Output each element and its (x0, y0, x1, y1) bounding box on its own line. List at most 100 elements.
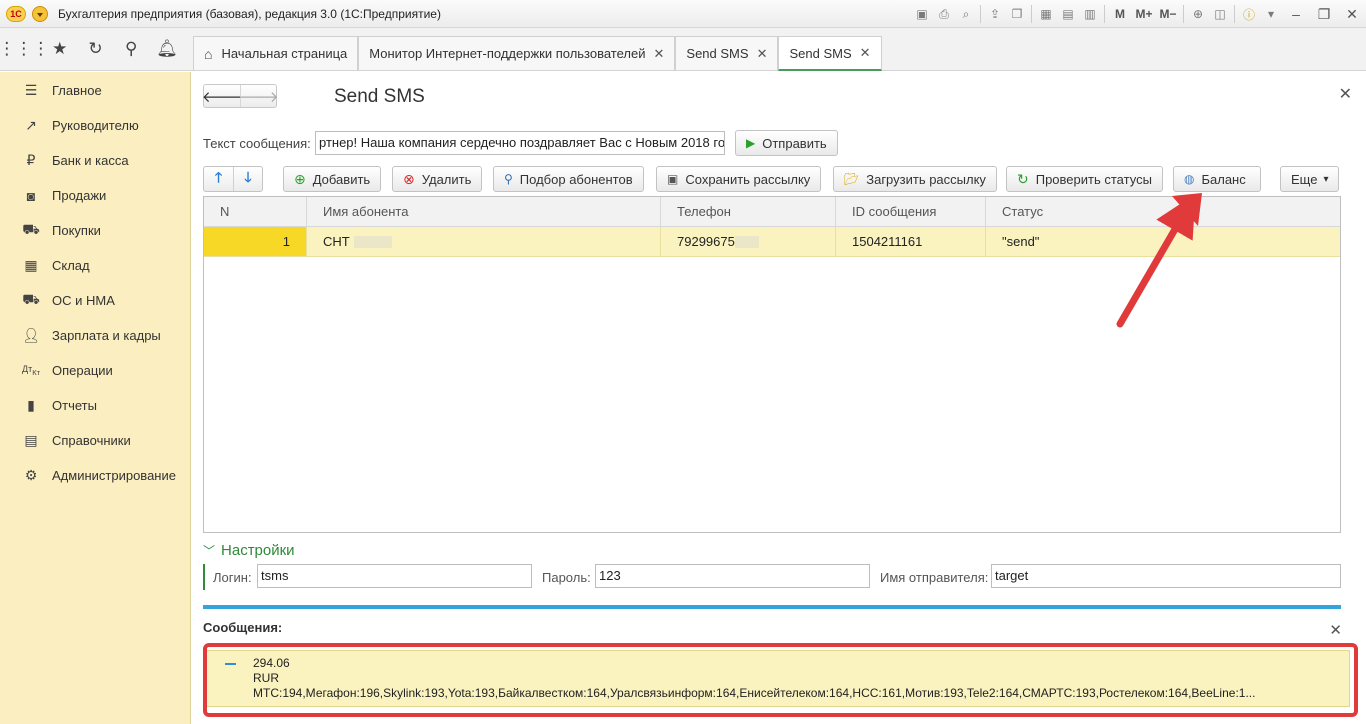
tab-support-monitor[interactable]: Монитор Интернет-поддержки пользователей… (358, 36, 676, 70)
save-mailing-button[interactable]: ▣ Сохранить рассылку (656, 166, 822, 192)
load-mailing-button[interactable]: 📂︎ Загрузить рассылку (833, 166, 997, 192)
save-icon[interactable]: ▣ (911, 3, 933, 25)
message-input[interactable]: ртнер! Наша компания сердечно поздравляе… (315, 131, 725, 155)
sidebar-item-bank[interactable]: ₽ Банк и касса (0, 143, 190, 178)
month-icon[interactable]: ▥ (1079, 3, 1101, 25)
tab-send-sms-active[interactable]: Send SMS ✕ (778, 36, 882, 71)
login-field[interactable]: tsms (257, 564, 532, 588)
password-field[interactable]: 123 (595, 564, 870, 588)
redacted-mark (353, 235, 392, 248)
sidebar-item-assets[interactable]: ⛟ ОС и НМА (0, 283, 190, 318)
move-down-button[interactable]: 🡓 (233, 167, 262, 191)
close-icon[interactable]: ✕ (757, 46, 768, 62)
search-icon: ⚲ (504, 172, 513, 186)
close-icon[interactable]: ✕ (860, 45, 871, 61)
search-icon[interactable]: ⚲ (117, 35, 145, 63)
sidebar-item-label: Зарплата и кадры (52, 328, 161, 343)
tab-send-sms[interactable]: Send SMS ✕ (675, 36, 779, 70)
sections-panel: ☰ Главное ↗ Руководителю ₽ Банк и касса ◙ Пр… (0, 72, 191, 724)
column-header[interactable]: N (204, 197, 307, 226)
column-header[interactable]: ID сообщения (836, 197, 986, 226)
cell-n[interactable]: 1 (204, 227, 307, 256)
send-button[interactable]: ▶ Отправить (735, 130, 838, 156)
gear-icon: ⚙ (24, 467, 38, 483)
sidebar-item-salary[interactable]: 👤︎ Зарплата и кадры (0, 318, 190, 353)
separator (1104, 5, 1105, 23)
sidebar-item-purchases[interactable]: ⛟ Покупки (0, 213, 190, 248)
memory-minus-button[interactable]: M− (1156, 3, 1180, 25)
sidebar-item-sales[interactable]: ◙ Продажи (0, 178, 190, 213)
close-window-button[interactable]: ✕ (1338, 3, 1366, 25)
sidebar-item-warehouse[interactable]: ▦ Склад (0, 248, 190, 283)
memory-button[interactable]: M (1108, 3, 1132, 25)
messages-title: Сообщения: (203, 620, 283, 635)
history-nav: 🡐 🡒 (202, 84, 279, 108)
table-row[interactable]: 1 СНТ 79299675 1504211161 "send" (204, 227, 1340, 257)
separator (980, 5, 981, 23)
delete-button[interactable]: ⊗ Удалить (392, 166, 483, 192)
forward-button[interactable]: 🡒 (238, 85, 279, 107)
separator (1183, 5, 1184, 23)
bell-icon[interactable]: 🔔︎ (153, 35, 181, 63)
sidebar-item-operations[interactable]: ДтКт Операции (0, 353, 190, 388)
cell-message-id[interactable]: 1504211161 (836, 227, 986, 256)
sidebar-item-label: Покупки (52, 223, 101, 238)
truck-icon: ⛟ (22, 291, 40, 307)
sidebar-item-main[interactable]: ☰ Главное (0, 73, 190, 108)
chevron-down-icon: ﹀ (203, 544, 216, 558)
sender-label: Имя отправителя: (880, 570, 989, 585)
close-messages-button[interactable]: ✕ (1329, 621, 1342, 639)
sidebar-item-catalogs[interactable]: ▤ Справочники (0, 423, 190, 458)
preview-icon[interactable]: ⌕ (955, 3, 977, 25)
move-up-button[interactable]: 🡑 (204, 167, 233, 191)
chevron-down-icon[interactable]: ▾ (1260, 3, 1282, 25)
main-menu-button[interactable] (32, 5, 48, 22)
more-button[interactable]: Еще ▾ (1280, 166, 1340, 192)
folder-icon: 📂︎ (844, 172, 860, 186)
sidebar-item-admin[interactable]: ⚙ Администрирование (0, 458, 190, 493)
sidebar-item-reports[interactable]: ▮ Отчеты (0, 388, 190, 423)
cell-name[interactable]: СНТ (307, 227, 661, 256)
cell-status[interactable]: "send" (986, 227, 1340, 256)
delete-icon: ⊗ (403, 170, 415, 187)
cell-phone[interactable]: 79299675 (661, 227, 836, 256)
calendar-icon[interactable]: ▤ (1057, 3, 1079, 25)
minimize-button[interactable]: – (1282, 3, 1310, 25)
star-icon[interactable]: ★ (46, 35, 74, 63)
column-header[interactable]: Статус (986, 197, 1340, 226)
history-icon[interactable]: ↻ (81, 35, 109, 63)
settings-group-toggle[interactable]: ﹀ Настройки (203, 542, 295, 559)
refresh-icon: ↻ (1017, 170, 1029, 187)
panels-icon[interactable]: ◫ (1209, 3, 1231, 25)
close-form-button[interactable]: ✕ (1339, 84, 1352, 104)
load-button-label: Загрузить рассылку (866, 171, 986, 187)
print-icon[interactable]: ⎙ (933, 3, 955, 25)
more-button-label: Еще (1291, 171, 1318, 187)
info-icon[interactable]: ⓘ (1238, 3, 1260, 25)
copy-icon[interactable]: ❐ (1006, 3, 1028, 25)
close-icon[interactable]: ✕ (654, 46, 665, 62)
sections-grid-icon[interactable]: ⋮⋮⋮ (0, 35, 49, 63)
globe-icon: ◍ (1184, 172, 1195, 186)
pick-subscribers-button[interactable]: ⚲ Подбор абонентов (493, 166, 644, 192)
balance-button[interactable]: ◍ Баланс (1173, 166, 1261, 192)
sender-field[interactable]: target (991, 564, 1341, 588)
form-area: 🡐 🡒 Send SMS ✕ Текст сообщения: ртнер! Н… (192, 72, 1366, 724)
back-button[interactable]: 🡐 (202, 85, 242, 107)
trend-icon: ↗ (25, 117, 37, 133)
sidebar-item-manager[interactable]: ↗ Руководителю (0, 108, 190, 143)
memory-plus-button[interactable]: M+ (1132, 3, 1156, 25)
add-button[interactable]: ⊕ Добавить (283, 166, 382, 192)
sidebar-item-label: Склад (52, 258, 90, 273)
check-statuses-button[interactable]: ↻ Проверить статусы (1006, 166, 1163, 192)
column-header[interactable]: Телефон (661, 197, 836, 226)
sidebar-item-label: Главное (52, 83, 102, 98)
message-label: Текст сообщения: (203, 136, 311, 151)
calculator-icon[interactable]: ▦ (1035, 3, 1057, 25)
zoom-icon[interactable]: ⊕ (1187, 3, 1209, 25)
column-header[interactable]: Имя абонента (307, 197, 661, 226)
restore-button[interactable]: ❐ (1310, 3, 1338, 25)
save-icon: ▣ (667, 172, 679, 186)
tab-home[interactable]: ⌂ Начальная страница (193, 36, 359, 70)
upload-icon[interactable]: ⇪ (984, 3, 1006, 25)
